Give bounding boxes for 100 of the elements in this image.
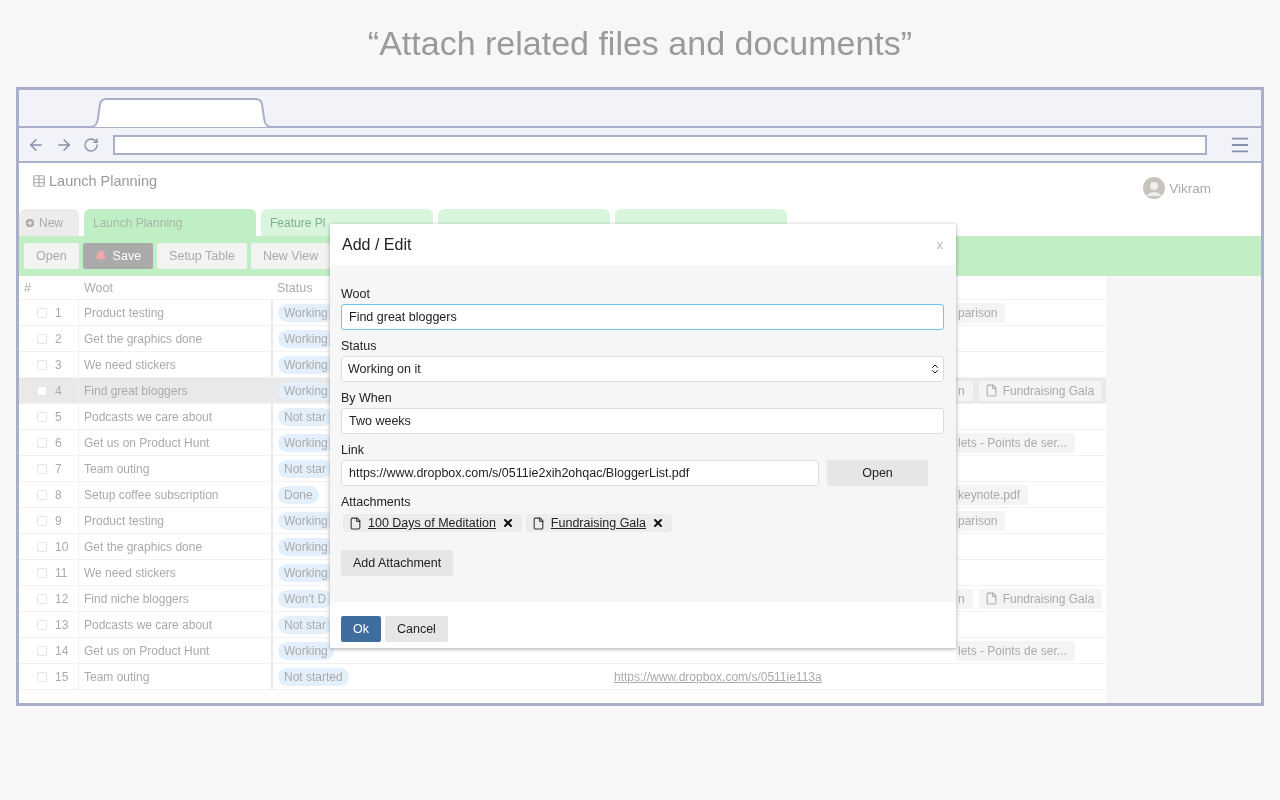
row-number: 7 bbox=[55, 461, 62, 476]
row-checkbox[interactable] bbox=[37, 593, 47, 604]
table-cell: Podcasts we care about bbox=[78, 612, 271, 637]
row-number: 11 bbox=[55, 565, 68, 580]
table-row[interactable]: 15 Team outing Not started https://www.dropbox.com/s/0511ie113a bbox=[19, 664, 1106, 690]
address-bar[interactable] bbox=[113, 134, 1207, 155]
row-number: 10 bbox=[55, 539, 69, 554]
attachment-tag: n bbox=[956, 380, 973, 401]
table-cell: Find great bloggers bbox=[78, 378, 271, 403]
row-checkbox[interactable] bbox=[37, 437, 47, 448]
table-cell: Get the graphics done bbox=[78, 534, 271, 559]
attachment-tag: lets - Points de ser... bbox=[956, 640, 1075, 661]
row-number: 12 bbox=[55, 591, 69, 606]
attachment-link[interactable]: Fundraising Gala bbox=[550, 516, 647, 530]
table-cell: We need stickers bbox=[78, 352, 271, 377]
status-tag: Not started bbox=[278, 667, 349, 686]
row-number: 2 bbox=[55, 331, 62, 346]
open-button[interactable]: Open bbox=[827, 460, 928, 486]
row-number: 4 bbox=[55, 383, 62, 398]
table-cell: We need stickers bbox=[78, 560, 271, 585]
row-number: 13 bbox=[55, 617, 69, 632]
row-checkbox[interactable] bbox=[37, 489, 47, 500]
attachment-link[interactable]: 100 Days of Meditation bbox=[368, 516, 496, 530]
attachment-tag: parison bbox=[956, 510, 1006, 531]
attachment-tag: Fundraising Gala bbox=[978, 588, 1103, 609]
remove-icon[interactable] bbox=[501, 517, 514, 529]
updown-icon bbox=[929, 363, 941, 375]
field-label: Link bbox=[341, 443, 365, 457]
status-select[interactable]: Working on it bbox=[341, 356, 944, 382]
status-tag: Done bbox=[278, 485, 319, 504]
row-checkbox[interactable] bbox=[37, 515, 47, 526]
row-number: 3 bbox=[55, 357, 62, 372]
table-cell: Product testing bbox=[78, 300, 271, 325]
row-checkbox[interactable] bbox=[37, 411, 47, 422]
row-checkbox[interactable] bbox=[37, 567, 47, 578]
row-checkbox[interactable] bbox=[37, 307, 47, 318]
field-label: Status bbox=[341, 339, 378, 353]
bell-icon bbox=[94, 250, 107, 262]
text-field[interactable]: Two weeks bbox=[341, 408, 944, 434]
column-header: # bbox=[24, 280, 31, 295]
status-tag: Not star bbox=[278, 407, 332, 426]
table-cell: Get us on Product Hunt bbox=[78, 430, 271, 455]
cancel-button[interactable]: Cancel bbox=[385, 616, 448, 642]
column-header: Woot bbox=[84, 280, 113, 295]
close-button[interactable]: x bbox=[936, 237, 943, 252]
status-tag: Working bbox=[278, 641, 334, 660]
attachment-tag: parison bbox=[956, 302, 1006, 323]
row-checkbox[interactable] bbox=[37, 333, 47, 344]
table-cell: Podcasts we care about bbox=[78, 404, 271, 429]
status-tag: Won't D bbox=[278, 589, 333, 608]
new-tab-button[interactable]: New bbox=[19, 209, 79, 236]
field-label: By When bbox=[341, 391, 393, 405]
ok-button[interactable]: Ok bbox=[341, 616, 381, 642]
user-name[interactable]: Vikram bbox=[1169, 180, 1211, 196]
row-checkbox[interactable] bbox=[37, 671, 47, 682]
dialog-title: Add / Edit bbox=[342, 235, 412, 254]
attachment-tag: keynote.pdf bbox=[956, 484, 1029, 505]
table-cell: Team outing bbox=[78, 456, 271, 481]
row-checkbox[interactable] bbox=[37, 645, 47, 656]
headline: “Attach related files and documents” bbox=[367, 23, 913, 64]
row-number: 5 bbox=[55, 409, 62, 424]
file-icon bbox=[984, 592, 998, 605]
table-cell: Find niche bloggers bbox=[78, 586, 271, 611]
row-number: 1 bbox=[55, 305, 62, 320]
file-icon bbox=[349, 516, 362, 530]
row-number: 6 bbox=[55, 435, 62, 450]
table-cell: Get us on Product Hunt bbox=[78, 638, 271, 663]
app-title: Launch Planning bbox=[49, 173, 158, 189]
attachment-tag: lets - Points de ser... bbox=[956, 432, 1075, 453]
text-field[interactable]: Find great bloggers bbox=[341, 304, 944, 330]
status-tag: Not star bbox=[278, 615, 332, 634]
table-cell: Get the graphics done bbox=[78, 326, 271, 351]
attachment-tag: Fundraising Gala bbox=[978, 380, 1103, 401]
plus-icon bbox=[24, 216, 36, 229]
file-icon bbox=[531, 516, 545, 530]
table-cell: Product testing bbox=[78, 508, 271, 533]
row-checkbox[interactable] bbox=[37, 541, 47, 552]
row-number: 15 bbox=[55, 669, 69, 684]
link[interactable]: https://www.dropbox.com/s/0511ie113a bbox=[608, 669, 822, 684]
add-attachment-button[interactable]: Add Attachment bbox=[341, 550, 454, 576]
reload-icon[interactable] bbox=[83, 136, 99, 153]
toolbar-button[interactable]: Setup Table bbox=[157, 243, 247, 269]
row-checkbox[interactable] bbox=[37, 385, 47, 396]
toolbar-button[interactable]: New View bbox=[250, 243, 331, 269]
table-cell: Setup coffee subscription bbox=[78, 482, 271, 507]
avatar[interactable] bbox=[1143, 177, 1166, 199]
field-label: Woot bbox=[341, 287, 371, 301]
field-label: Attachments bbox=[341, 495, 412, 509]
remove-icon[interactable] bbox=[652, 517, 665, 529]
toolbar-button[interactable]: Save bbox=[82, 243, 154, 269]
row-number: 14 bbox=[55, 643, 69, 658]
file-icon bbox=[984, 384, 998, 397]
row-checkbox[interactable] bbox=[37, 463, 47, 474]
row-checkbox[interactable] bbox=[37, 359, 47, 370]
row-checkbox[interactable] bbox=[37, 619, 47, 630]
toolbar-button[interactable]: Open bbox=[24, 243, 79, 269]
table-icon bbox=[32, 174, 46, 188]
column-header: Status bbox=[277, 280, 313, 295]
link-field[interactable]: https://www.dropbox.com/s/0511ie2xih2ohqac/BloggerList.pdf bbox=[341, 460, 819, 486]
row-number: 9 bbox=[55, 513, 62, 528]
